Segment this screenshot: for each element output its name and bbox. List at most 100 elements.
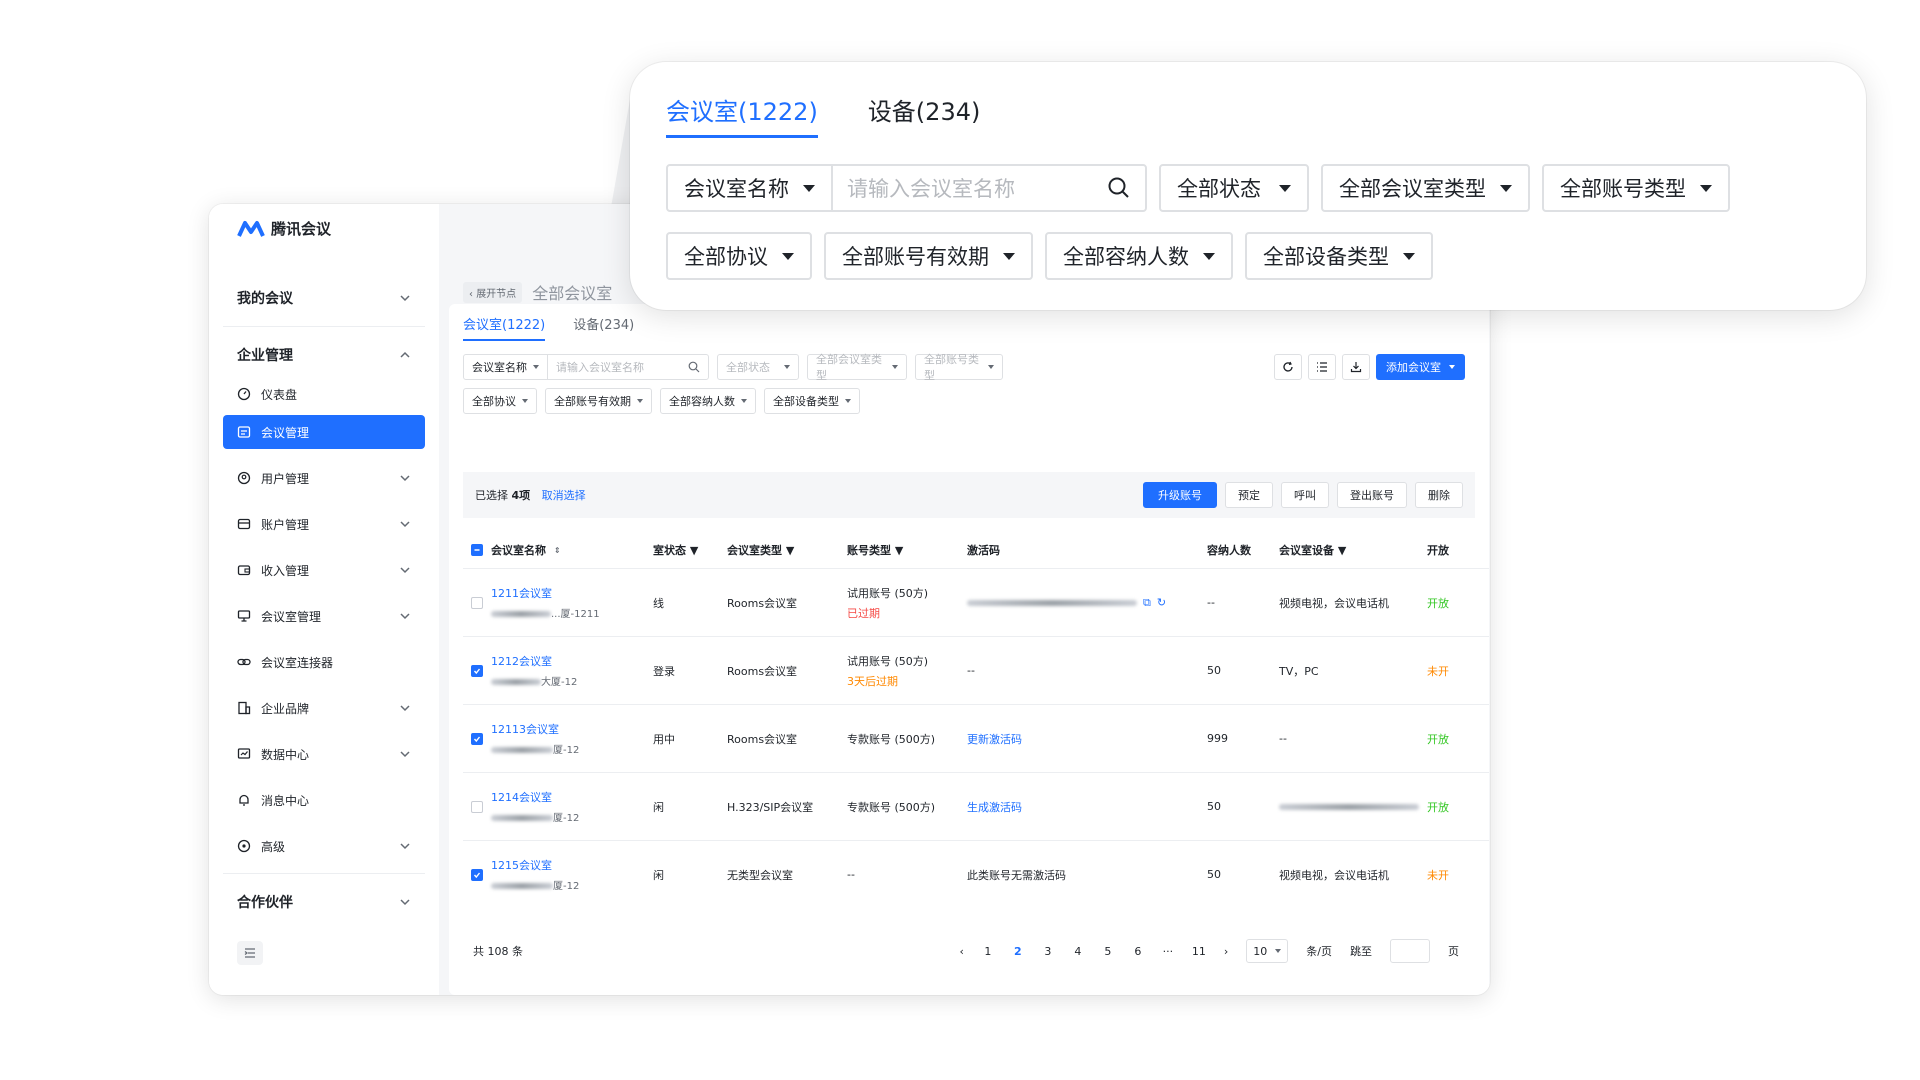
account-type-filter-select[interactable]: 全部账号类型: [915, 353, 1003, 382]
room-type-filter-select[interactable]: 全部会议室类型: [807, 353, 907, 382]
sidebar-item-enterprise-brand[interactable]: 企业品牌: [209, 685, 439, 731]
callout-search-input[interactable]: 请输入会议室名称: [833, 166, 1145, 210]
filter-icon[interactable]: ▼: [895, 544, 903, 557]
column-settings-button[interactable]: [1308, 354, 1336, 380]
protocol-filter-select[interactable]: 全部协议: [463, 388, 537, 414]
tab-devices[interactable]: 设备(234): [573, 314, 634, 341]
refresh-button[interactable]: [1274, 354, 1302, 380]
row-checkbox[interactable]: [471, 800, 483, 813]
copy-icon[interactable]: ⧉: [1143, 596, 1151, 610]
page-ellipsis[interactable]: ···: [1162, 945, 1174, 958]
sidebar-item-label: 会议管理: [261, 425, 310, 440]
sidebar-group-my-meetings[interactable]: 我的会议: [209, 274, 439, 322]
sidebar-item-message-center[interactable]: 消息中心: [209, 777, 439, 823]
chevron-down-icon: [400, 705, 410, 712]
logout-account-button[interactable]: 登出账号: [1337, 482, 1407, 508]
sidebar-item-data-center[interactable]: 数据中心: [209, 731, 439, 777]
table-row[interactable]: 1212会议室 大厦-12 登录 Rooms会议室 试用账号 (50方) 3天后过…: [463, 636, 1489, 704]
table-row[interactable]: 1215会议室 厦-12 闲 无类型会议室 -- 此类账号无需激活码 50 视频…: [463, 840, 1489, 908]
device-type-filter-label: 全部设备类型: [773, 395, 839, 408]
jump-page-input[interactable]: [1390, 939, 1430, 963]
page-2[interactable]: 2: [1012, 945, 1024, 958]
open-status: 开放: [1427, 800, 1449, 814]
sidebar-item-account-management[interactable]: 账户管理: [209, 501, 439, 547]
breadcrumb: ‹ 展开节点 全部会议室: [463, 280, 612, 304]
row-checkbox[interactable]: [471, 596, 483, 609]
row-checkbox[interactable]: [471, 732, 483, 745]
device-type-filter-select[interactable]: 全部设备类型: [764, 388, 860, 414]
expand-node-button[interactable]: ‹ 展开节点: [463, 281, 523, 303]
row-checkbox[interactable]: [471, 664, 483, 677]
collapse-sidebar-button[interactable]: [237, 941, 263, 965]
next-page-icon[interactable]: ›: [1224, 945, 1228, 958]
callout-protocol-filter-select[interactable]: 全部协议: [666, 232, 812, 280]
sidebar-item-meeting-management[interactable]: 会议管理: [223, 415, 425, 449]
filter-icon[interactable]: ▼: [690, 544, 698, 557]
page-11[interactable]: 11: [1192, 945, 1206, 958]
app-logo: 腾讯会议: [237, 218, 331, 239]
callout-device-type-filter-select[interactable]: 全部设备类型: [1245, 232, 1433, 280]
cancel-selection-link[interactable]: 取消选择: [542, 489, 586, 502]
sort-icon[interactable]: ⇕: [554, 546, 561, 555]
room-name-link[interactable]: 1211会议室: [491, 585, 600, 601]
status-filter-select[interactable]: 全部状态: [717, 354, 799, 380]
sidebar-item-room-management[interactable]: 会议室管理: [209, 593, 439, 639]
table-row[interactable]: 1214会议室 厦-12 闲 H.323/SIP会议室 专款账号 (500方) …: [463, 772, 1489, 840]
sidebar-item-dashboard[interactable]: 仪表盘: [209, 379, 439, 409]
refresh-code-icon[interactable]: ↻: [1157, 596, 1166, 609]
add-room-button[interactable]: 添加会议室: [1376, 354, 1465, 380]
table-row[interactable]: 12113会议室 厦-12 用中 Rooms会议室 专款账号 (500方) 更新…: [463, 704, 1489, 772]
room-capacity: --: [1207, 596, 1215, 609]
breadcrumb-current: 全部会议室: [532, 284, 613, 303]
room-status: 闲: [653, 800, 664, 814]
row-checkbox[interactable]: [471, 868, 483, 881]
room-name-link[interactable]: 1214会议室: [491, 789, 579, 805]
callout-status-filter-select[interactable]: 全部状态: [1159, 164, 1309, 212]
callout-tab-devices[interactable]: 设备(234): [868, 92, 981, 138]
callout-search-placeholder: 请输入会议室名称: [847, 177, 1015, 201]
room-search-input[interactable]: 请输入会议室名称: [548, 355, 708, 379]
callout-search-field-select[interactable]: 会议室名称: [668, 166, 833, 210]
export-button[interactable]: [1342, 354, 1370, 380]
filter-icon[interactable]: ▼: [1338, 544, 1346, 557]
sidebar-item-income-management[interactable]: 收入管理: [209, 547, 439, 593]
page-5[interactable]: 5: [1102, 945, 1114, 958]
caret-down-icon: [988, 365, 994, 369]
filter-icon[interactable]: ▼: [786, 544, 794, 557]
upgrade-account-button[interactable]: 升级账号: [1143, 482, 1217, 508]
page-3[interactable]: 3: [1042, 945, 1054, 958]
prev-page-icon[interactable]: ‹: [959, 945, 963, 958]
reserve-button[interactable]: 预定: [1225, 482, 1273, 508]
delete-button[interactable]: 删除: [1415, 482, 1463, 508]
table-row[interactable]: 1211会议室 ...厦-1211 线 Rooms会议室 试用账号 (50方) 已…: [463, 568, 1489, 636]
callout-room-type-filter-label: 全部会议室类型: [1339, 177, 1486, 201]
validity-filter-select[interactable]: 全部账号有效期: [545, 388, 652, 414]
sidebar-item-advanced[interactable]: 高级: [209, 823, 439, 869]
sidebar-group-partners[interactable]: 合作伙伴: [209, 878, 439, 926]
validity-filter-label: 全部账号有效期: [554, 395, 631, 408]
download-icon: [1350, 362, 1362, 373]
callout-capacity-filter-select[interactable]: 全部容纳人数: [1045, 232, 1233, 280]
page-4[interactable]: 4: [1072, 945, 1084, 958]
page-6[interactable]: 6: [1132, 945, 1144, 958]
search-field-select[interactable]: 会议室名称: [464, 355, 548, 379]
room-name-link[interactable]: 1212会议室: [491, 653, 577, 669]
call-button[interactable]: 呼叫: [1281, 482, 1329, 508]
sidebar-item-room-connector[interactable]: 会议室连接器: [209, 639, 439, 685]
page-1[interactable]: 1: [982, 945, 994, 958]
capacity-filter-select[interactable]: 全部容纳人数: [660, 388, 756, 414]
generate-activation-code-link[interactable]: 生成激活码: [967, 799, 1207, 815]
tab-meeting-rooms[interactable]: 会议室(1222): [463, 314, 546, 341]
redacted-address: [491, 747, 553, 753]
sidebar-item-user-management[interactable]: 用户管理: [209, 455, 439, 501]
sidebar-group-enterprise[interactable]: 企业管理: [209, 331, 439, 379]
update-activation-code-link[interactable]: 更新激活码: [967, 731, 1207, 747]
callout-account-type-filter-select[interactable]: 全部账号类型: [1542, 164, 1730, 212]
callout-tab-meeting-rooms[interactable]: 会议室(1222): [666, 92, 818, 138]
page-size-select[interactable]: 10: [1246, 939, 1289, 963]
room-name-link[interactable]: 12113会议室: [491, 721, 579, 737]
callout-room-type-filter-select[interactable]: 全部会议室类型: [1321, 164, 1530, 212]
select-all-checkbox[interactable]: [471, 544, 483, 556]
callout-validity-filter-select[interactable]: 全部账号有效期: [824, 232, 1033, 280]
room-name-link[interactable]: 1215会议室: [491, 857, 579, 873]
